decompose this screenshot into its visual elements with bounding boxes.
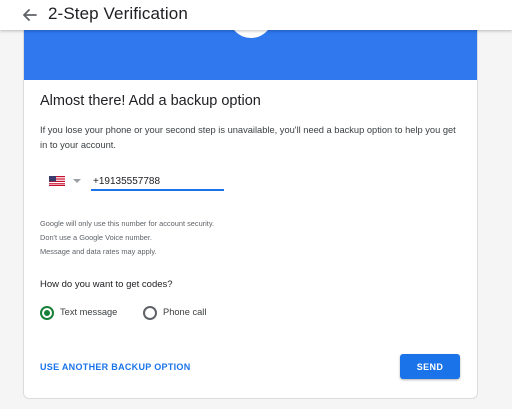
top-app-bar: 2-Step Verification bbox=[0, 0, 512, 30]
verification-card: Almost there! Add a backup option If you… bbox=[23, 0, 478, 399]
text-message-label: Text message bbox=[60, 307, 118, 317]
phone-call-radio[interactable] bbox=[143, 306, 157, 320]
arrow-back-icon[interactable] bbox=[19, 4, 41, 26]
page-title: 2-Step Verification bbox=[48, 4, 188, 23]
card-description: If you lose your phone or your second st… bbox=[40, 125, 456, 150]
country-code-dropdown[interactable] bbox=[49, 175, 85, 189]
disclaimer-text: Google will only use this number for acc… bbox=[40, 217, 214, 259]
text-message-radio[interactable] bbox=[40, 306, 54, 320]
disclaimer-line: Don't use a Google Voice number. bbox=[40, 233, 152, 242]
card-heading: Almost there! Add a backup option bbox=[40, 93, 261, 109]
codes-question: How do you want to get codes? bbox=[40, 279, 173, 290]
text-message-option[interactable]: Text message bbox=[40, 306, 130, 320]
chevron-down-icon bbox=[73, 179, 81, 183]
use-another-backup-option-link[interactable]: USE ANOTHER BACKUP OPTION bbox=[40, 362, 191, 372]
page: Almost there! Add a backup option If you… bbox=[0, 0, 512, 409]
disclaimer-line: Google will only use this number for acc… bbox=[40, 219, 215, 228]
phone-number-input[interactable] bbox=[91, 174, 224, 191]
us-flag-icon bbox=[49, 176, 65, 186]
phone-call-label: Phone call bbox=[163, 307, 207, 317]
send-button[interactable]: SEND bbox=[400, 354, 460, 379]
phone-call-option[interactable]: Phone call bbox=[143, 306, 223, 320]
disclaimer-line: Message and data rates may apply. bbox=[40, 247, 157, 256]
